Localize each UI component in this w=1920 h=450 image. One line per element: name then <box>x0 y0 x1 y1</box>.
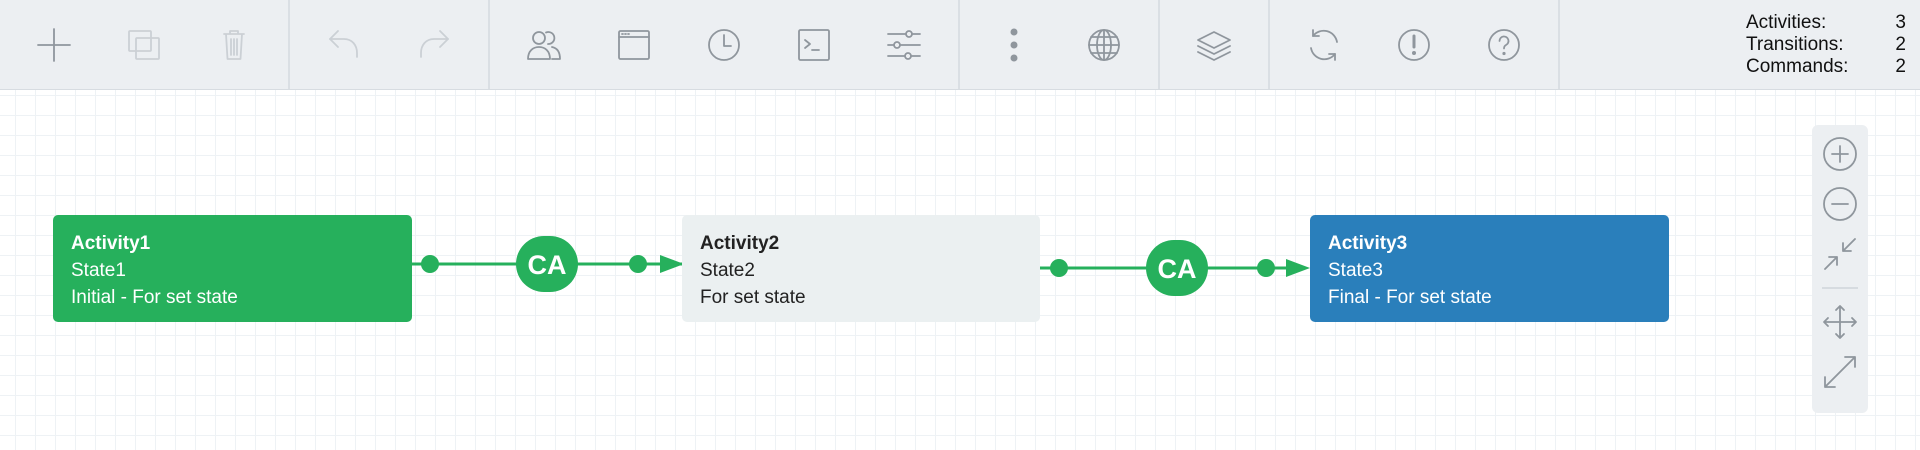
activity-name: Activity3 <box>1328 233 1408 254</box>
zoom-in-icon <box>1823 137 1857 171</box>
undo-icon <box>329 29 358 58</box>
stats-commands: Commands: 2 <box>1746 56 1906 78</box>
copy-button[interactable] <box>108 9 180 81</box>
zoom-in-button[interactable] <box>1816 129 1864 179</box>
activity-name: Activity2 <box>700 233 780 254</box>
connector-dot <box>1050 259 1068 277</box>
activity-node-3[interactable]: Activity3 State3 Final - For set state <box>1310 215 1669 322</box>
parameters-button[interactable] <box>868 9 940 81</box>
globe-icon <box>1088 28 1120 61</box>
more-vertical-icon <box>1010 28 1018 61</box>
workflow-designer: Activities: 3 Transitions: 2 Commands: 2 <box>0 0 1920 450</box>
terminal-icon <box>798 28 830 61</box>
stats-value: 3 <box>1895 12 1906 33</box>
users-icon <box>527 30 561 60</box>
validate-button[interactable] <box>1378 9 1450 81</box>
more-button[interactable] <box>978 9 1050 81</box>
transition-label: CA <box>1158 254 1197 284</box>
refresh-icon <box>1310 28 1338 61</box>
activity-description: Final - For set state <box>1328 287 1492 308</box>
stats-value: 2 <box>1895 56 1906 77</box>
help-icon <box>1488 28 1520 61</box>
toolbar-group-edit <box>0 0 290 89</box>
stats-label: Activities: <box>1746 12 1827 33</box>
stats-panel: Activities: 3 Transitions: 2 Commands: 2 <box>1746 12 1906 78</box>
expand-button[interactable] <box>1816 347 1864 397</box>
redo-icon <box>420 29 449 58</box>
stats-label: Commands: <box>1746 56 1849 77</box>
zoom-out-icon <box>1823 187 1857 221</box>
code-button[interactable] <box>778 9 850 81</box>
toolbar-group-misc <box>960 0 1160 89</box>
add-button[interactable] <box>18 9 90 81</box>
fit-button[interactable] <box>1816 229 1864 279</box>
transition-1[interactable]: CA <box>412 236 684 292</box>
transition-label: CA <box>528 250 567 280</box>
activity-node-1[interactable]: Activity1 State1 Initial - For set state <box>53 215 412 322</box>
activity-description: Initial - For set state <box>71 287 238 308</box>
transition-label-badge[interactable]: CA <box>516 236 578 292</box>
zoom-separator <box>1822 287 1858 289</box>
copy-icon <box>128 29 160 60</box>
fit-icon <box>1824 238 1856 270</box>
trash-icon <box>223 29 245 60</box>
toolbar: Activities: 3 Transitions: 2 Commands: 2 <box>0 0 1920 90</box>
expand-icon <box>1824 356 1856 388</box>
move-icon <box>1823 305 1857 339</box>
activity-description: For set state <box>700 287 806 308</box>
clock-icon <box>708 28 740 61</box>
alert-icon <box>1398 28 1430 61</box>
redo-button[interactable] <box>398 9 470 81</box>
toolbar-group-history <box>290 0 490 89</box>
sliders-icon <box>887 29 921 60</box>
connector-dot <box>629 255 647 273</box>
actors-button[interactable] <box>508 9 580 81</box>
toolbar-group-info <box>1270 0 1560 89</box>
timers-button[interactable] <box>688 9 760 81</box>
connector-dot <box>1257 259 1275 277</box>
delete-button[interactable] <box>198 9 270 81</box>
toolbar-group-settings <box>490 0 960 89</box>
stats-transitions: Transitions: 2 <box>1746 34 1906 56</box>
stats-label: Transitions: <box>1746 34 1844 55</box>
undo-button[interactable] <box>308 9 380 81</box>
connector-dot <box>421 255 439 273</box>
help-button[interactable] <box>1468 9 1540 81</box>
layers-icon <box>1197 30 1231 61</box>
designer-canvas[interactable]: CA CA Activity1 State1 Initial - For set… <box>0 90 1920 450</box>
refresh-button[interactable] <box>1288 9 1360 81</box>
toolbar-group-layers <box>1160 0 1270 89</box>
activity-name: Activity1 <box>71 233 151 254</box>
activity-node-2[interactable]: Activity2 State2 For set state <box>682 215 1040 322</box>
zoom-panel <box>1812 125 1868 413</box>
activity-state: State1 <box>71 260 126 281</box>
add-icon <box>37 27 71 62</box>
stats-value: 2 <box>1895 34 1906 55</box>
activity-state: State2 <box>700 260 755 281</box>
stats-activities: Activities: 3 <box>1746 12 1906 34</box>
arrowhead-icon <box>660 255 684 273</box>
window-button[interactable] <box>598 9 670 81</box>
window-icon <box>618 29 650 60</box>
localization-button[interactable] <box>1068 9 1140 81</box>
transition-label-badge[interactable]: CA <box>1146 240 1208 296</box>
arrowhead-icon <box>1286 259 1310 277</box>
layers-button[interactable] <box>1178 9 1250 81</box>
activity-state: State3 <box>1328 260 1383 281</box>
transition-2[interactable]: CA <box>1040 240 1310 296</box>
move-button[interactable] <box>1816 297 1864 347</box>
zoom-out-button[interactable] <box>1816 179 1864 229</box>
